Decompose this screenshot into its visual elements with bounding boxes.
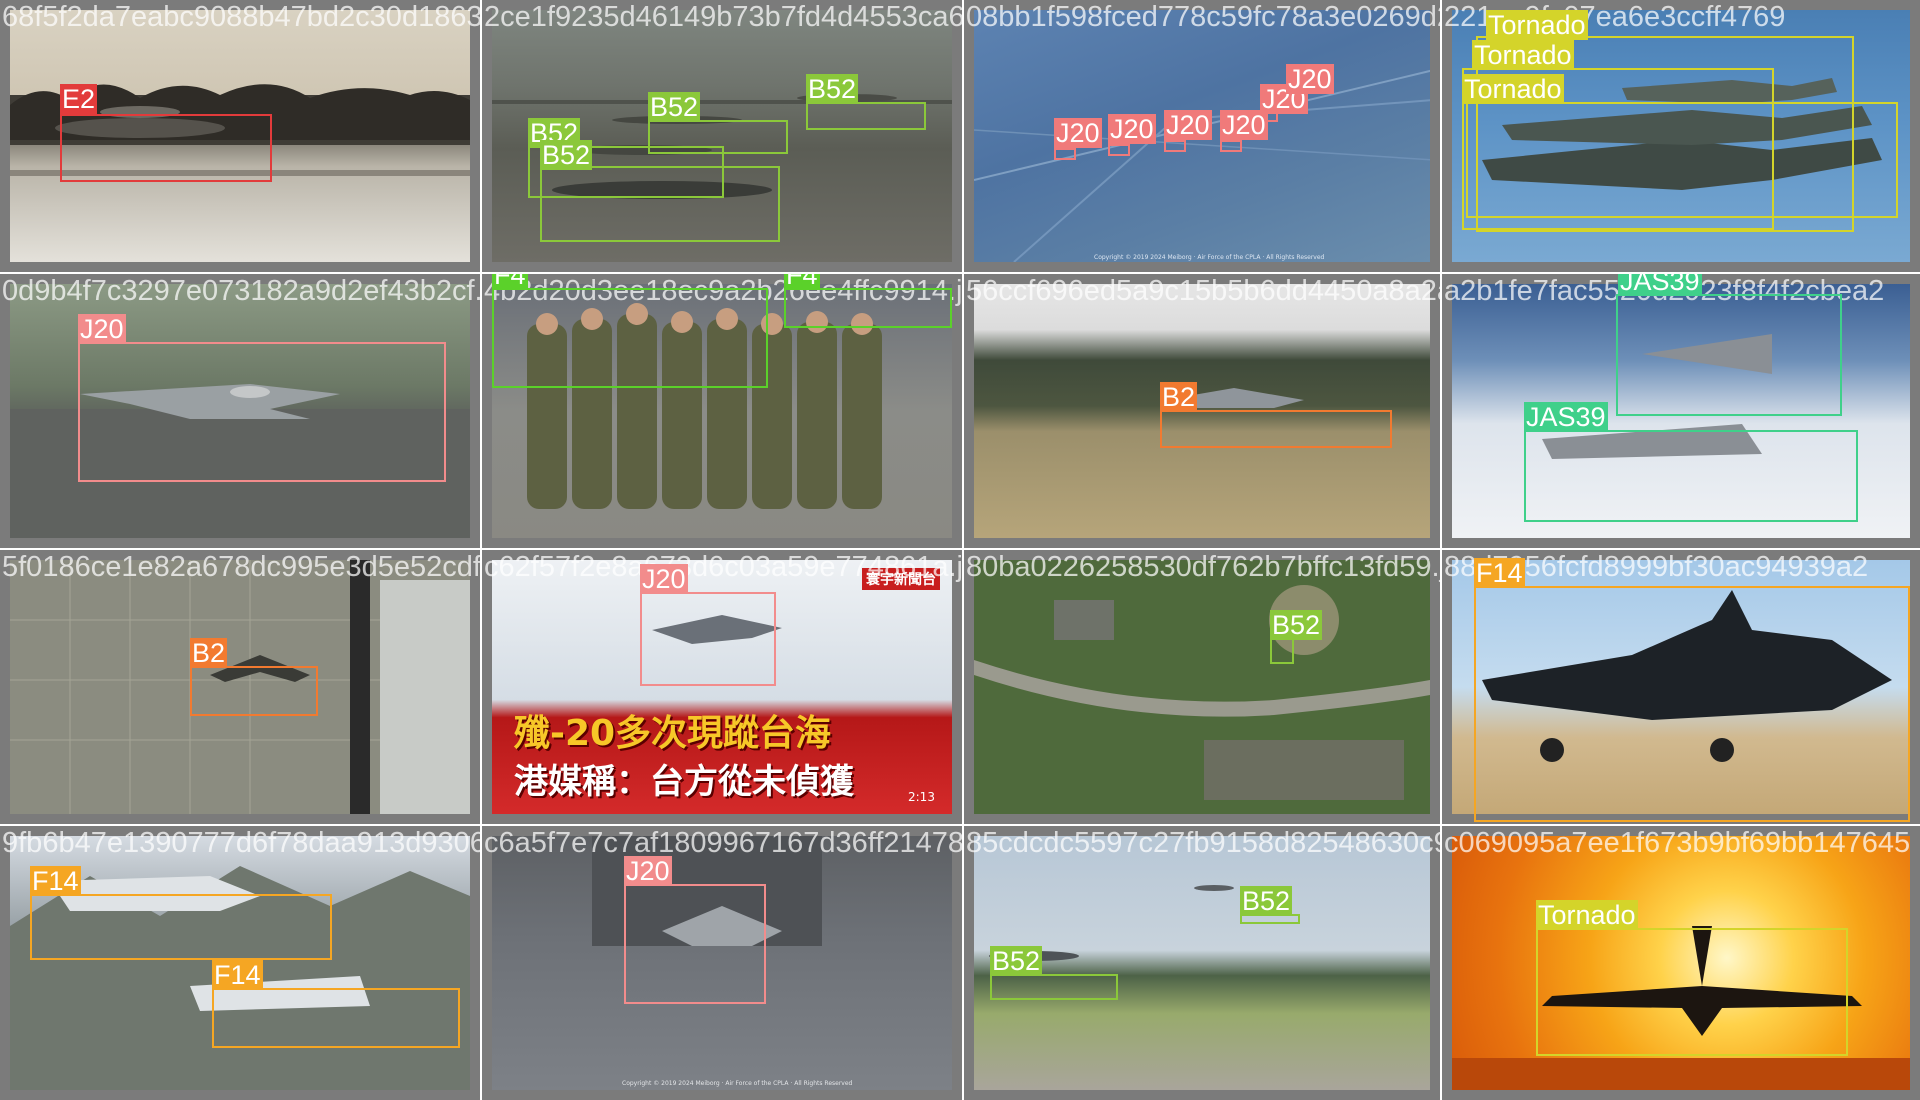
photo xyxy=(1452,284,1910,538)
scene-sunset xyxy=(1452,926,1910,1090)
scene-sat xyxy=(10,560,470,814)
bbox-label: J20 xyxy=(78,314,126,344)
photo xyxy=(974,836,1430,1090)
tile-j20-formation: Copyright © 2019 2024 Meiborg · Air Forc… xyxy=(964,0,1440,272)
bbox-label: J20 xyxy=(1220,110,1268,140)
bbox-label: F14 xyxy=(1474,558,1525,588)
tile-b52-aerial: 80ba0226258530df762b7bffc13fd59.jpg B52 xyxy=(964,550,1440,824)
tile-b52-airfield: 2ce1f9235d46149b73b7fd4d4553ca66b.jpg B5… xyxy=(482,0,962,272)
filename: 2ce1f9235d46149b73b7fd4d4553ca66b.jpg xyxy=(484,1,962,33)
bbox-label: B52 xyxy=(1270,610,1323,640)
bbox-label: J20 xyxy=(640,564,688,594)
bbox-label: JAS39 xyxy=(1524,402,1608,432)
tile-b2-satellite: 5f0186ce1e82a678dc995e3d5e52cdf.jpg B2 xyxy=(0,550,480,824)
tile-b52-takeoff: 85cdcdc5597c27fb9158d82548630c9.jpg B52 … xyxy=(964,826,1440,1100)
bbox-label: B2 xyxy=(190,638,228,668)
scene-f14 xyxy=(1482,590,1892,762)
bbox-label: B2 xyxy=(1160,382,1198,412)
photo: 寰宇新聞台 殲-20多次現蹤台海 港媒稱：台方從未偵獲 2:13 xyxy=(492,560,952,814)
photo xyxy=(492,284,952,538)
bbox-label: F14 xyxy=(30,866,81,896)
filename: 80ba0226258530df762b7bffc13fd59.jpg xyxy=(966,551,1440,583)
news-timestamp: 2:13 xyxy=(908,790,935,804)
filename: 0d9b4f7c3297e073182a9d2ef43b2cf.jpg xyxy=(2,275,480,307)
photo xyxy=(974,560,1430,814)
filename: 5f0186ce1e82a678dc995e3d5e52cdf.jpg xyxy=(2,551,480,583)
filename: 56ccf696ed5a9c15b5b6dd4450a8a2ab.jpg xyxy=(966,275,1440,307)
bbox-label: J20 xyxy=(1164,110,1212,140)
scene-runway xyxy=(989,885,1234,961)
scene-apron xyxy=(592,836,822,946)
copyright-caption: Copyright © 2019 2024 Meiborg · Air Forc… xyxy=(622,1080,853,1087)
tile-b2-field: 56ccf696ed5a9c15b5b6dd4450a8a2ab.jpg B2 xyxy=(964,274,1440,548)
bbox-label: F4 xyxy=(492,274,528,290)
tile-e2: 68f5f2da7eabc9088b47bd2c30d1863e.jpg E2 xyxy=(0,0,480,272)
photo: Copyright © 2019 2024 Meiborg · Air Forc… xyxy=(492,836,952,1090)
bbox-label: J20 xyxy=(1286,64,1334,94)
bbox-label: Tornado xyxy=(1462,74,1564,104)
filename: c069095a7ee1f673b9bf69bb147645 xyxy=(1444,827,1911,859)
photo xyxy=(1452,560,1910,814)
tile-j20-apron: Copyright © 2019 2024 Meiborg · Air Forc… xyxy=(482,826,962,1100)
news-headline-2: 港媒稱：台方從未偵獲 xyxy=(514,762,854,802)
filename: 68f5f2da7eabc9088b47bd2c30d1863e.jpg xyxy=(2,1,480,33)
bbox-label: J20 xyxy=(1054,118,1102,148)
filename: 85cdcdc5597c27fb9158d82548630c9.jpg xyxy=(966,827,1440,859)
bbox-label: F14 xyxy=(212,960,263,990)
filename: 08bb1f598fced778c59fc78a3e0269d221 xyxy=(966,1,1440,33)
photo xyxy=(974,284,1430,538)
tile-f14-ground: 88d7956fcfd8999bf30ac94939a2 F14 xyxy=(1442,550,1920,824)
bbox-label: Tornado xyxy=(1536,900,1638,930)
bbox-label: E2 xyxy=(60,84,98,114)
scene-e2 xyxy=(10,84,470,176)
filename: 4b2d20d3ee18ec9a2b26ee4ffc9914.jpg xyxy=(484,275,962,307)
tile-f14-pair: 9fb6b47e1390777d6f78daa913d9306.jpg F14 … xyxy=(0,826,480,1100)
tile-j20-runway: 0d9b4f7c3297e073182a9d2ef43b2cf.jpg J20 xyxy=(0,274,480,548)
copyright-caption: Copyright © 2019 2024 Meiborg · Air Forc… xyxy=(1094,254,1325,261)
tile-jas39-clouds: a2b1fe7fac5520d2923f8f4f2cbea2 JAS39 JAS… xyxy=(1442,274,1920,548)
bbox-label: JAS39 xyxy=(1618,274,1702,296)
scene-jas39 xyxy=(1542,334,1772,459)
bbox-label: B52 xyxy=(648,92,701,122)
bbox-label: Tornado xyxy=(1472,40,1574,70)
filename: 9fb6b47e1390777d6f78daa913d9306.jpg xyxy=(2,827,480,859)
filename: c62f57f2e8a673d6c03a59e774861a.jpg xyxy=(484,551,962,583)
scene-aerial xyxy=(974,585,1430,800)
tile-j20-news: 寰宇新聞台 殲-20多次現蹤台海 港媒稱：台方從未偵獲 2:13 c62f57f… xyxy=(482,550,962,824)
photo xyxy=(10,10,470,262)
image-mosaic: 68f5f2da7eabc9088b47bd2c30d1863e.jpg E2 … xyxy=(0,0,1920,1100)
bbox-label: B52 xyxy=(990,946,1043,976)
tile-tornado-trio: 221ae9fc07ea6e3ccff4769 Tornado Tornado … xyxy=(1442,0,1920,272)
photo xyxy=(1452,836,1910,1090)
bbox-label: B52 xyxy=(540,140,593,170)
scene-pilots xyxy=(527,303,882,509)
bbox-label: F4 xyxy=(784,274,820,290)
bbox-label: J20 xyxy=(1108,114,1156,144)
photo xyxy=(10,560,470,814)
scene-b2 xyxy=(1164,388,1304,408)
bbox-label: J20 xyxy=(624,856,672,886)
filename: c6a5f7e7c7af1809967167d36ff21478.jpg xyxy=(484,827,962,859)
tile-tornado-sunset: c069095a7ee1f673b9bf69bb147645 Tornado xyxy=(1442,826,1920,1100)
news-headline-1: 殲-20多次現蹤台海 xyxy=(514,713,832,754)
bbox-label: Tornado xyxy=(1486,10,1588,40)
tile-f4-pilots: 4b2d20d3ee18ec9a2b26ee4ffc9914.jpg F4 F4 xyxy=(482,274,962,548)
bbox-label: B52 xyxy=(1240,886,1293,916)
bbox-label: B52 xyxy=(806,74,859,104)
